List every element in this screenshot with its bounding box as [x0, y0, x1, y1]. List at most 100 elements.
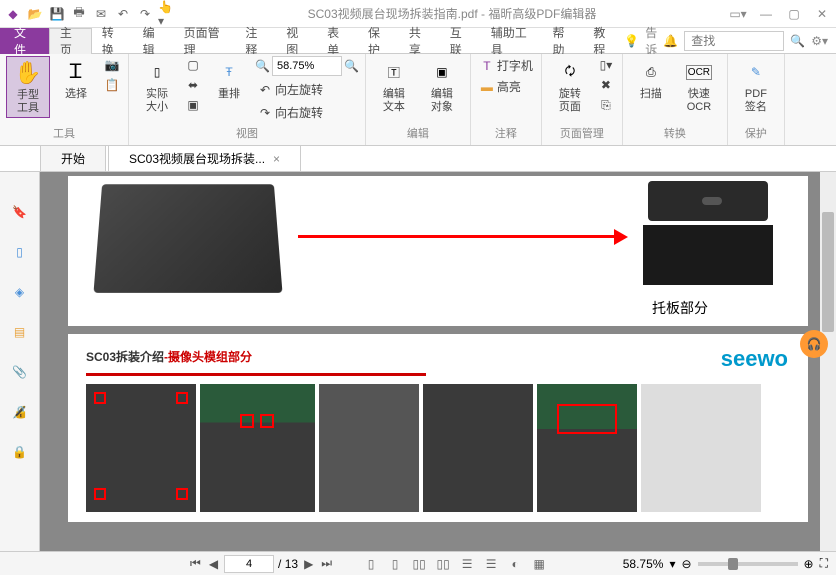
menu-annot[interactable]: 注释	[235, 28, 276, 54]
fit-visible-button[interactable]: ▣	[183, 96, 203, 114]
clipboard-button[interactable]: 📋	[102, 76, 122, 94]
insert-page-button[interactable]: ▯▾	[596, 56, 616, 74]
highlight-button[interactable]: ▬高亮	[477, 77, 535, 96]
sign-button[interactable]: ✎ PDF 签名	[734, 56, 778, 116]
select-tool-button[interactable]: Ꮖ 选择	[54, 56, 98, 103]
view-mode-button[interactable]: ▯▯	[410, 556, 428, 572]
search-icon[interactable]: 🔍	[790, 34, 805, 48]
reflow-button[interactable]: Ŧ 重排	[207, 56, 251, 103]
tell-me[interactable]: 告诉	[645, 24, 657, 58]
color-mode-button[interactable]: ◐	[506, 556, 524, 572]
group-page-label: 页面管理	[560, 123, 604, 143]
menu-protect[interactable]: 保护	[358, 28, 399, 54]
menu-view[interactable]: 视图	[276, 28, 317, 54]
delete-page-button[interactable]: ✖	[596, 76, 616, 94]
snapshot-button[interactable]: 📷	[102, 56, 122, 74]
zoom-input[interactable]	[272, 56, 342, 76]
view-mode-button[interactable]: ▦	[530, 556, 548, 572]
next-page-button[interactable]: ▶	[302, 557, 315, 571]
pages-panel-icon[interactable]: ▯	[10, 242, 30, 262]
save-icon[interactable]: 💾	[48, 5, 66, 23]
zoom-out-icon[interactable]: 🔍	[255, 59, 270, 73]
rotate-page-button[interactable]: 🗘 旋转 页面	[548, 56, 592, 116]
tab-close-icon[interactable]: ×	[273, 152, 280, 166]
view-mode-button[interactable]: ▯▯	[434, 556, 452, 572]
undo-icon[interactable]: ↶	[114, 5, 132, 23]
menu-tutorial[interactable]: 教程	[583, 28, 624, 54]
email-icon[interactable]: ✉	[92, 5, 110, 23]
menu-convert[interactable]: 转换	[92, 28, 133, 54]
menu-share[interactable]: 共享	[399, 28, 440, 54]
prev-page-button[interactable]: ◀	[207, 557, 220, 571]
device-image	[638, 181, 778, 291]
bell-icon[interactable]: 🔔	[663, 34, 678, 48]
touch-icon[interactable]: 👆▾	[158, 5, 176, 23]
image-caption: 托板部分	[652, 298, 708, 318]
bulb-icon[interactable]: 💡	[624, 34, 639, 48]
menu-help[interactable]: 帮助	[542, 28, 583, 54]
typewriter-button[interactable]: T打字机	[477, 56, 535, 75]
zoom-slider[interactable]	[698, 562, 798, 566]
fit-visible-icon: ▣	[185, 97, 201, 113]
vertical-scrollbar[interactable]	[820, 172, 836, 551]
maximize-icon[interactable]: ▢	[784, 4, 804, 24]
page-number-input[interactable]	[224, 555, 274, 573]
view-mode-button[interactable]: ▯	[386, 556, 404, 572]
group-protect-label: 保护	[745, 123, 767, 143]
view-mode-button[interactable]: ☰	[458, 556, 476, 572]
security-panel-icon[interactable]: 🔒	[10, 442, 30, 462]
edit-object-button[interactable]: ▣ 编辑 对象	[420, 56, 464, 116]
hand-tool-button[interactable]: ✋ 手型 工具	[6, 56, 50, 118]
rotate-left-button[interactable]: ↶向左旋转	[255, 80, 359, 99]
ocr-button[interactable]: OCR 快速 OCR	[677, 56, 721, 116]
menu-form[interactable]: 表单	[317, 28, 358, 54]
menu-page[interactable]: 页面管理	[174, 28, 236, 54]
insert-icon: ▯▾	[598, 57, 614, 73]
fit-width-button[interactable]: ⬌	[183, 76, 203, 94]
attachments-panel-icon[interactable]: 📎	[10, 362, 30, 382]
app-icon: ◆	[4, 5, 22, 23]
zoom-dropdown-icon[interactable]: ▾	[669, 557, 675, 571]
menu-a11y[interactable]: 辅助工具	[481, 28, 543, 54]
scan-button[interactable]: ⎙ 扫描	[629, 56, 673, 103]
fullscreen-button[interactable]: ⛶	[820, 556, 828, 571]
view-mode-button[interactable]: ☰	[482, 556, 500, 572]
typewriter-icon: T	[479, 58, 495, 74]
arrow-graphic	[298, 235, 618, 238]
zoom-out-button[interactable]: ⊖	[681, 557, 691, 571]
pdf-page: 托板部分	[68, 176, 808, 326]
comments-panel-icon[interactable]: ▤	[10, 322, 30, 342]
signatures-panel-icon[interactable]: 🔏	[10, 402, 30, 422]
extract-page-button[interactable]: ⎘	[596, 96, 616, 114]
zoom-in-icon[interactable]: 🔍	[344, 59, 359, 73]
reflow-icon: Ŧ	[225, 65, 232, 79]
fit-page-button[interactable]: ▢	[183, 56, 203, 74]
redo-icon[interactable]: ↷	[136, 5, 154, 23]
menu-edit[interactable]: 编辑	[133, 28, 174, 54]
zoom-in-button[interactable]: ⊕	[804, 557, 814, 571]
settings-icon[interactable]: ⚙▾	[811, 34, 828, 48]
delete-icon: ✖	[598, 77, 614, 93]
search-input[interactable]	[684, 31, 784, 51]
rotate-right-button[interactable]: ↷向右旋转	[255, 103, 359, 122]
edit-text-button[interactable]: 🅃 编辑 文本	[372, 56, 416, 116]
print-icon[interactable]: 🖶	[70, 5, 88, 23]
view-mode-button[interactable]: ▯	[362, 556, 380, 572]
ribbon-toggle-icon[interactable]: ▭▾	[728, 4, 748, 24]
open-icon[interactable]: 📂	[26, 5, 44, 23]
actual-size-button[interactable]: ▯ 实际 大小	[135, 56, 179, 116]
tab-document[interactable]: SC03视频展台现场拆装...×	[108, 145, 301, 171]
close-icon[interactable]: ✕	[812, 4, 832, 24]
pdf-viewer[interactable]: 托板部分 SC03拆装介绍-摄像头模组部分 seewo	[40, 172, 836, 551]
page-icon: ▯	[154, 65, 161, 79]
support-button[interactable]: 🎧	[800, 330, 828, 358]
menu-connect[interactable]: 互联	[440, 28, 481, 54]
menu-home[interactable]: 主页	[49, 28, 92, 54]
minimize-icon[interactable]: ―	[756, 4, 776, 24]
first-page-button[interactable]: ⏮	[188, 556, 203, 571]
bookmark-panel-icon[interactable]: 🔖	[10, 202, 30, 222]
tab-start[interactable]: 开始	[40, 145, 106, 171]
menu-file[interactable]: 文件	[0, 28, 49, 54]
layers-panel-icon[interactable]: ◈	[10, 282, 30, 302]
last-page-button[interactable]: ⏭	[319, 556, 334, 571]
